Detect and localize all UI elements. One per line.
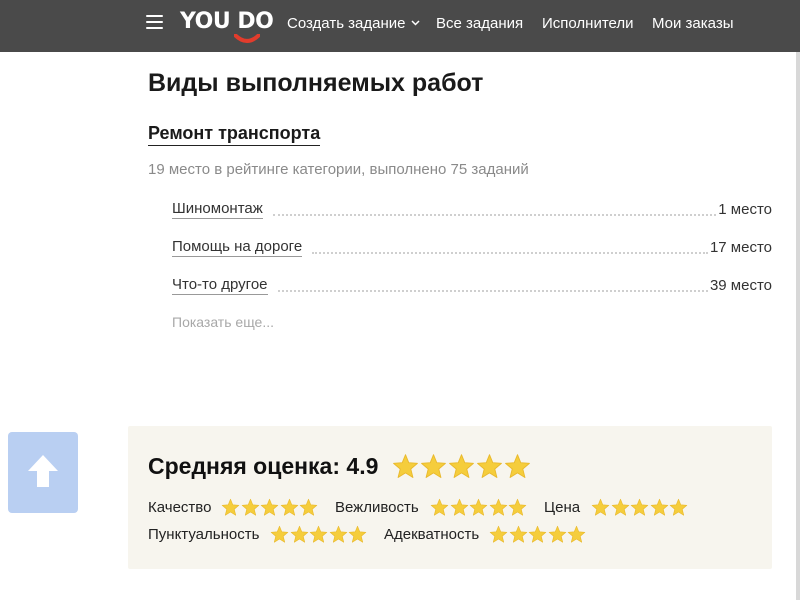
average-stars bbox=[392, 453, 532, 480]
star-icon bbox=[528, 525, 547, 543]
star-icon bbox=[290, 525, 308, 543]
nav-create-task[interactable]: Создать задание bbox=[287, 15, 420, 32]
star-icon bbox=[469, 498, 488, 516]
criterion-label: Качество bbox=[148, 499, 212, 516]
star-icon bbox=[477, 454, 502, 478]
star-icon bbox=[489, 525, 508, 543]
star-icon bbox=[309, 525, 328, 543]
logo-smile-icon bbox=[234, 34, 260, 43]
criterion-stars bbox=[221, 498, 319, 517]
top-navbar: YOU DO Создать задание Все задания Испол… bbox=[0, 0, 800, 52]
menu-icon[interactable] bbox=[146, 14, 164, 32]
criterion-stars bbox=[591, 498, 689, 517]
list-item: Помощь на дороге 17 место bbox=[172, 235, 772, 257]
star-icon bbox=[221, 498, 240, 516]
star-icon bbox=[509, 525, 527, 543]
star-icon bbox=[421, 454, 446, 478]
show-more-link[interactable]: Показать еще... bbox=[172, 314, 274, 330]
criterion-label: Цена bbox=[544, 499, 581, 516]
star-icon bbox=[611, 498, 629, 516]
star-icon bbox=[260, 498, 279, 516]
work-place: 1 место bbox=[718, 201, 772, 218]
criterion-label: Пунктуальность bbox=[148, 526, 260, 543]
criterion-stars bbox=[270, 525, 368, 544]
criterion-label: Вежливость bbox=[335, 499, 419, 516]
youdo-logo[interactable]: YOU DO bbox=[180, 9, 274, 43]
list-item: Шиномонтаж 1 место bbox=[172, 197, 772, 219]
category-link[interactable]: Ремонт транспорта bbox=[148, 123, 321, 146]
nav-my-orders[interactable]: Мои заказы bbox=[652, 15, 734, 32]
criterion-label: Адекватность bbox=[384, 526, 480, 543]
chevron-down-icon bbox=[410, 20, 420, 26]
dotted-leader bbox=[312, 251, 708, 254]
work-link[interactable]: Что-то другое bbox=[172, 276, 268, 295]
nav-all-tasks[interactable]: Все задания bbox=[436, 15, 523, 32]
category-info: 19 место в рейтинге категории, выполнено… bbox=[148, 161, 529, 178]
star-icon bbox=[450, 498, 468, 516]
star-icon bbox=[669, 498, 688, 516]
star-icon bbox=[449, 454, 474, 478]
work-place: 39 место bbox=[709, 277, 772, 294]
work-link[interactable]: Шиномонтаж bbox=[172, 200, 263, 219]
star-icon bbox=[505, 454, 530, 478]
arrow-up-icon bbox=[28, 455, 58, 487]
star-icon bbox=[280, 498, 298, 516]
criterion-stars bbox=[489, 525, 587, 544]
list-item: Что-то другое 39 место bbox=[172, 273, 772, 295]
average-rating-title: Средняя оценка: 4.9 bbox=[148, 453, 379, 479]
star-icon bbox=[241, 498, 259, 516]
star-icon bbox=[630, 498, 649, 516]
star-icon bbox=[591, 498, 610, 516]
star-icon bbox=[299, 498, 318, 516]
scroll-up-button[interactable] bbox=[8, 432, 78, 513]
rating-card: Средняя оценка: 4.9 Качество Вежливость … bbox=[128, 426, 772, 569]
scrollbar[interactable] bbox=[796, 52, 800, 600]
dotted-leader bbox=[277, 289, 708, 292]
criterion-stars bbox=[430, 498, 528, 517]
star-icon bbox=[348, 525, 367, 543]
star-icon bbox=[650, 498, 668, 516]
work-link[interactable]: Помощь на дороге bbox=[172, 238, 303, 257]
work-place: 17 место bbox=[709, 239, 772, 256]
dotted-leader bbox=[272, 213, 717, 216]
star-icon bbox=[489, 498, 507, 516]
star-icon bbox=[270, 525, 289, 543]
star-icon bbox=[548, 525, 566, 543]
nav-performers[interactable]: Исполнители bbox=[542, 15, 634, 32]
star-icon bbox=[430, 498, 449, 516]
nav-create-task-label: Создать задание bbox=[287, 15, 406, 32]
star-icon bbox=[508, 498, 527, 516]
star-icon bbox=[393, 454, 418, 478]
page-title: Виды выполняемых работ bbox=[148, 69, 484, 97]
star-icon bbox=[567, 525, 586, 543]
logo-text: YOU DO bbox=[180, 9, 274, 34]
star-icon bbox=[329, 525, 347, 543]
